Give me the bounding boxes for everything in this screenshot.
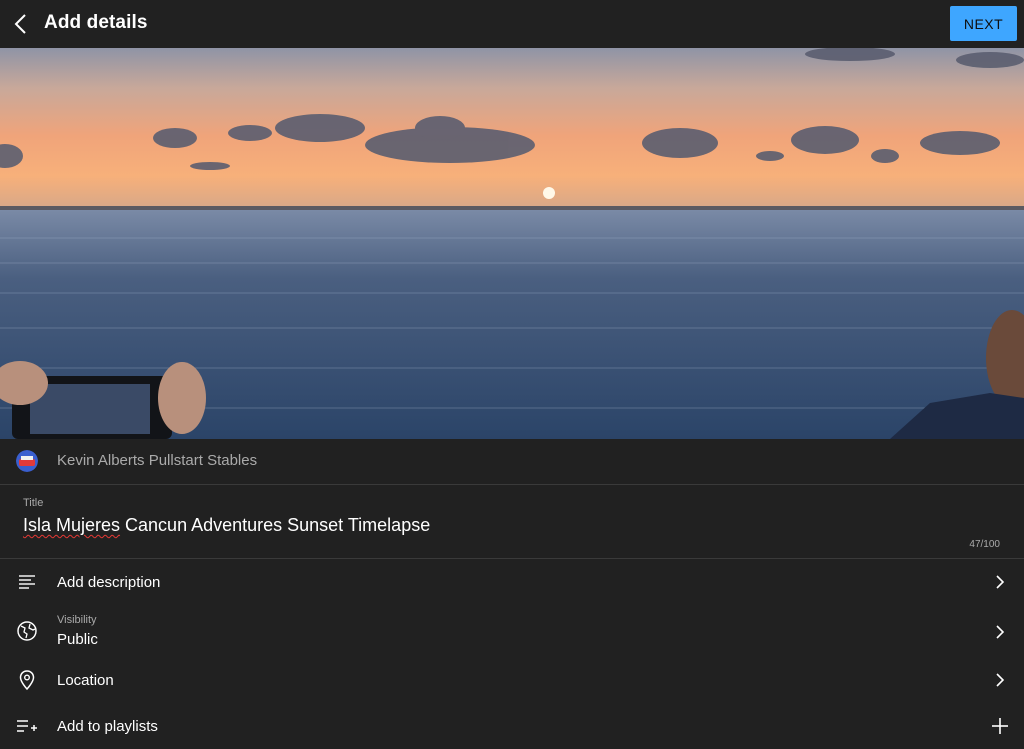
title-label: Title (23, 497, 44, 509)
plus-icon[interactable] (990, 716, 1010, 736)
channel-name: Kevin Alberts Pullstart Stables (57, 452, 258, 469)
video-preview-thumbnail[interactable] (0, 48, 1024, 439)
character-count: 47/100 (969, 539, 1000, 550)
description-lines-icon (14, 569, 40, 595)
location-row[interactable]: Location (0, 658, 1024, 702)
add-to-playlists-row[interactable]: Add to playlists (0, 704, 1024, 749)
chevron-left-icon (14, 14, 26, 34)
title-field[interactable]: Title Isla Mujeres Cancun Adventures Sun… (0, 485, 1024, 559)
visibility-row[interactable]: Visibility Public (0, 606, 1024, 656)
page-title: Add details (44, 12, 148, 33)
back-button[interactable] (6, 9, 34, 39)
title-text: Cancun Adventures Sunset Timelapse (120, 515, 431, 535)
visibility-label: Visibility (57, 614, 97, 626)
chevron-right-icon (992, 622, 1008, 642)
channel-avatar (16, 450, 38, 472)
playlist-add-icon (14, 713, 40, 739)
add-description-label: Add description (57, 574, 161, 591)
location-pin-icon (14, 667, 40, 693)
chevron-right-icon (992, 572, 1008, 592)
channel-row: Kevin Alberts Pullstart Stables (0, 439, 1024, 485)
globe-icon (14, 618, 40, 644)
top-app-bar: Add details NEXT (0, 0, 1024, 48)
add-description-row[interactable]: Add description (0, 560, 1024, 604)
location-label: Location (57, 672, 114, 689)
title-input[interactable]: Isla Mujeres Cancun Adventures Sunset Ti… (23, 515, 430, 536)
add-to-playlists-label: Add to playlists (57, 718, 158, 735)
chevron-right-icon (992, 670, 1008, 690)
next-button[interactable]: NEXT (950, 6, 1017, 41)
spellcheck-flagged-text: Isla Mujeres (23, 515, 121, 535)
visibility-value: Public (57, 631, 98, 648)
